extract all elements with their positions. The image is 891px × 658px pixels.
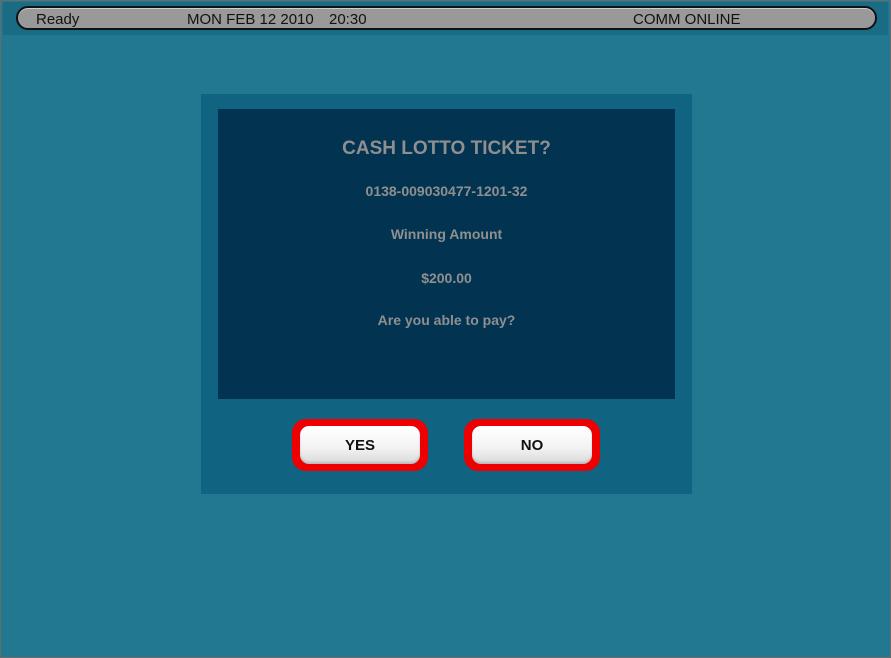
- status-bar: Ready MON FEB 12 2010 20:30 COMM ONLINE: [16, 6, 877, 30]
- cash-ticket-dialog: CASH LOTTO TICKET? 0138-009030477-1201-3…: [201, 94, 692, 494]
- terminal-screen: Ready MON FEB 12 2010 20:30 COMM ONLINE …: [0, 0, 891, 658]
- yes-button[interactable]: YES: [292, 419, 428, 471]
- pay-question: Are you able to pay?: [377, 312, 516, 328]
- status-comm: COMM ONLINE: [633, 11, 741, 28]
- yes-button-label: YES: [300, 426, 420, 464]
- no-button[interactable]: NO: [464, 419, 600, 471]
- dialog-title: CASH LOTTO TICKET?: [342, 138, 551, 159]
- status-bar-frame: Ready MON FEB 12 2010 20:30 COMM ONLINE: [3, 2, 888, 35]
- status-state: Ready: [36, 11, 80, 28]
- status-date: MON FEB 12 2010: [187, 11, 314, 28]
- winning-amount-label: Winning Amount: [390, 226, 503, 242]
- dialog-message-panel: CASH LOTTO TICKET? 0138-009030477-1201-3…: [218, 109, 675, 399]
- status-time: 20:30: [329, 11, 367, 28]
- winning-amount-value: $200.00: [421, 270, 472, 286]
- no-button-label: NO: [472, 426, 592, 464]
- ticket-number: 0138-009030477-1201-32: [365, 183, 528, 199]
